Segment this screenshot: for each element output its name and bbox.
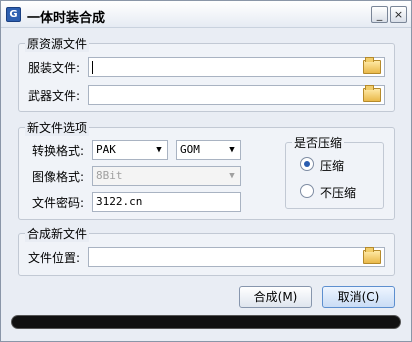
weapon-file-input[interactable] [88, 85, 385, 105]
text-caret [92, 60, 93, 74]
compress-group-title: 是否压缩 [292, 134, 345, 151]
window-title: 一体时装合成 [27, 11, 106, 26]
new-file-options-group: 新文件选项 转换格式: PAK ▼ GOM ▼ 图像格式: 8Bit ▼ 文件密… [18, 119, 395, 220]
cancel-button[interactable]: 取消(C) [322, 286, 395, 308]
app-logo-icon: G [6, 7, 21, 22]
file-password-label: 文件密码: [32, 196, 85, 210]
file-location-label: 文件位置: [28, 251, 81, 265]
file-password-value: 3122.cn [96, 195, 143, 208]
source-files-group-title: 原资源文件 [25, 35, 90, 52]
title-bar: G 一体时装合成 _ × [1, 1, 411, 28]
browse-weapon-folder-icon[interactable] [363, 85, 381, 102]
convert-to-select[interactable]: GOM ▼ [176, 140, 241, 160]
compress-group: 是否压缩 压缩 不压缩 [285, 134, 384, 209]
clothing-file-label: 服装文件: [28, 61, 81, 75]
merge-button[interactable]: 合成(M) [239, 286, 312, 308]
browse-clothing-folder-icon[interactable] [363, 57, 381, 74]
image-format-label: 图像格式: [32, 170, 85, 184]
clothing-file-input[interactable] [88, 57, 385, 77]
convert-from-value: PAK [96, 143, 116, 156]
source-files-group: 原资源文件 服装文件: 武器文件: [18, 35, 395, 112]
new-file-options-title: 新文件选项 [25, 119, 90, 136]
convert-format-label: 转换格式: [32, 144, 85, 158]
close-button[interactable]: × [390, 6, 407, 23]
weapon-file-label: 武器文件: [28, 89, 81, 103]
convert-from-select[interactable]: PAK ▼ [92, 140, 168, 160]
file-password-input[interactable]: 3122.cn [92, 192, 241, 212]
app-window: G 一体时装合成 _ × 原资源文件 服装文件: 武器文件: 新文件选项 转换格… [0, 0, 412, 342]
compress-no-label[interactable]: 不压缩 [320, 184, 356, 201]
chevron-down-icon: ▼ [156, 145, 162, 155]
image-format-select: 8Bit ▼ [92, 166, 241, 186]
merge-output-group: 合成新文件 文件位置: [18, 225, 395, 276]
chevron-down-icon: ▼ [229, 145, 235, 155]
compress-yes-label[interactable]: 压缩 [320, 157, 344, 174]
chevron-down-icon: ▼ [229, 171, 235, 181]
compress-no-radio[interactable] [300, 184, 314, 198]
file-location-input[interactable] [88, 247, 385, 267]
browse-output-folder-icon[interactable] [363, 247, 381, 264]
merge-output-title: 合成新文件 [25, 225, 90, 242]
compress-yes-radio[interactable] [300, 157, 314, 171]
image-format-value: 8Bit [96, 169, 123, 182]
progress-bar [11, 315, 401, 329]
convert-to-value: GOM [180, 143, 200, 156]
minimize-button[interactable]: _ [371, 6, 388, 23]
